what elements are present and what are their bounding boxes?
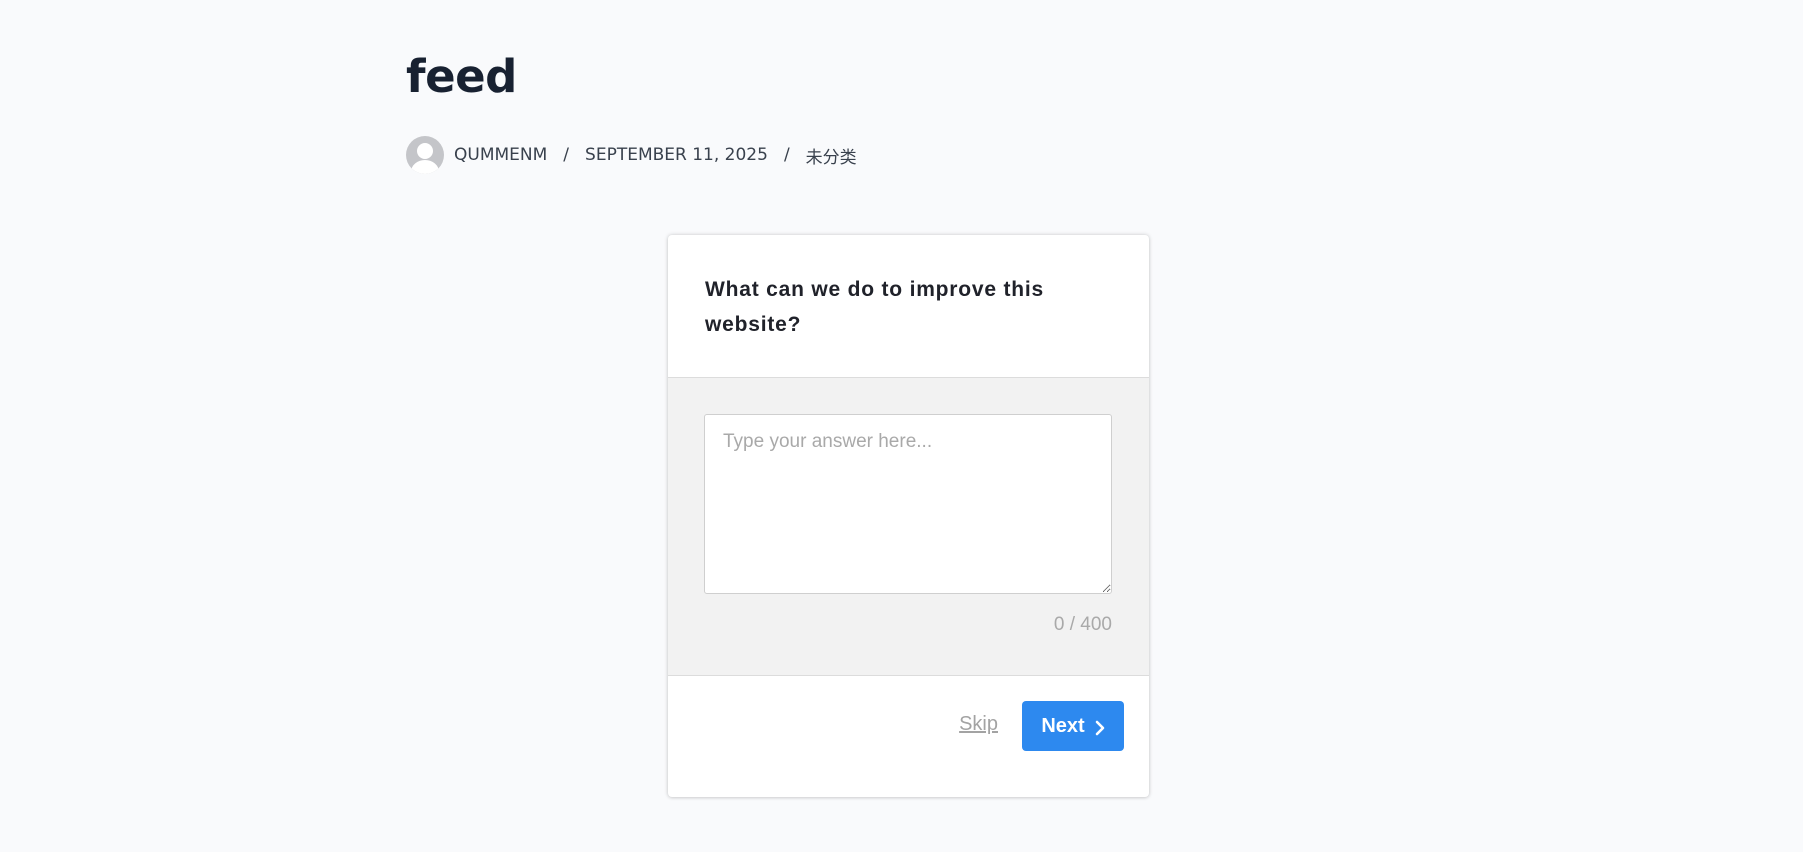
answer-panel: 0 / 400	[668, 377, 1149, 676]
skip-link[interactable]: Skip	[959, 712, 998, 736]
meta-separator: /	[563, 145, 570, 165]
user-avatar-icon[interactable]	[406, 136, 444, 174]
survey-footer: Skip Next	[668, 675, 1149, 797]
answer-textarea[interactable]	[704, 414, 1112, 594]
post-date[interactable]: SEPTEMBER 11, 2025	[585, 145, 768, 165]
author-link[interactable]: QUMMENM	[454, 145, 547, 165]
category-link[interactable]: 未分类	[806, 143, 857, 168]
next-button-label: Next	[1041, 714, 1085, 737]
survey-question: What can we do to improve this website?	[705, 278, 1045, 336]
post-title: feed	[406, 50, 517, 103]
post-meta: QUMMENM / SEPTEMBER 11, 2025 / 未分类	[406, 136, 857, 174]
character-counter: 0 / 400	[1053, 614, 1112, 635]
chevron-right-icon	[1095, 720, 1104, 735]
next-button[interactable]: Next	[1022, 701, 1124, 751]
survey-card: What can we do to improve this website? …	[668, 235, 1149, 797]
meta-separator: /	[783, 145, 790, 165]
